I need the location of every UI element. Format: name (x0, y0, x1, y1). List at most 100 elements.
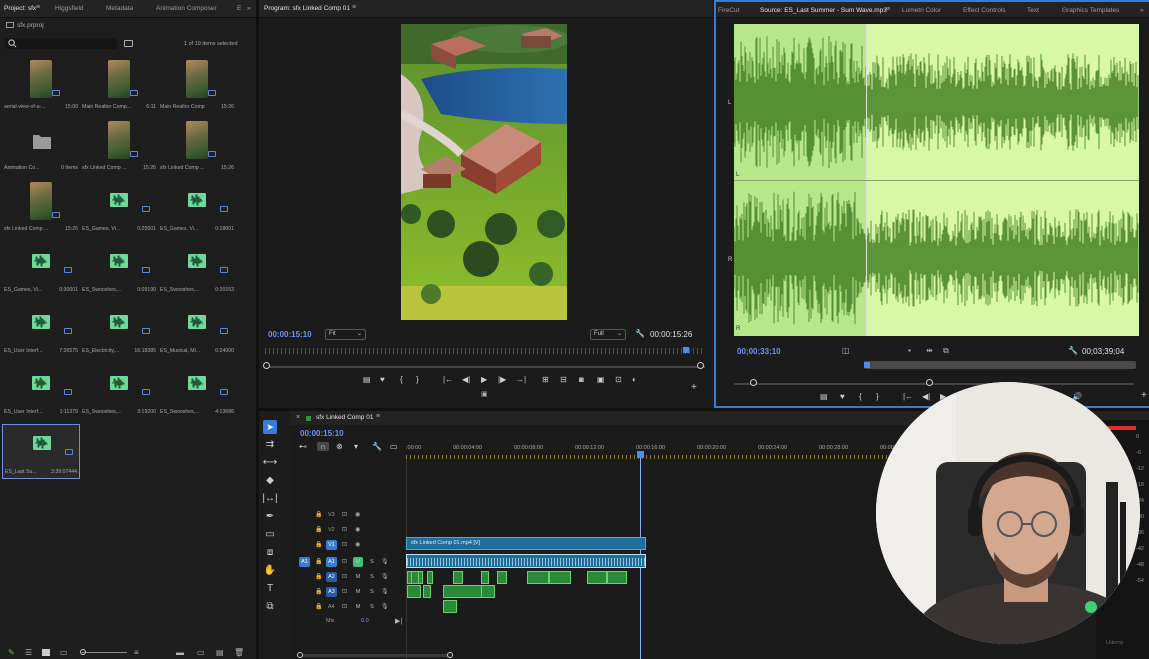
track-label-a4[interactable]: A4 (328, 604, 335, 610)
mute-button[interactable]: M (353, 587, 363, 597)
lift-clip-icon[interactable]: ⊞ (542, 375, 549, 384)
audio-clip[interactable] (497, 571, 507, 584)
snap-icon[interactable]: ∩ (317, 442, 329, 451)
list-view-icon[interactable]: ☰ (25, 648, 32, 657)
bin-item[interactable]: sfx Linked Comp ... 15:26 (158, 121, 236, 179)
trash-icon[interactable]: 🗑 (234, 648, 244, 657)
sequence-name[interactable]: sfx Linked Comp 01 (316, 414, 373, 421)
go-to-in-icon[interactable]: |← (443, 375, 453, 384)
lock-icon[interactable]: 🔒 (315, 558, 322, 565)
bin-item[interactable]: ES_Swooshes,... 0:09190 (80, 243, 158, 301)
new-bin-bottom-icon[interactable]: ▭ (197, 648, 205, 657)
bin-item[interactable]: ES_Games, Vi... 0:18001 (158, 182, 236, 240)
solo-button[interactable]: S (367, 572, 377, 582)
eye-icon[interactable]: ◉ (355, 526, 360, 533)
tool-rectangle[interactable]: ▭ (262, 528, 278, 542)
audio-clip[interactable] (443, 600, 457, 613)
sync-lock-icon[interactable]: ⊡ (342, 511, 347, 518)
sync-lock-icon[interactable]: ⊡ (342, 526, 347, 533)
timeline-h-scrollbar[interactable] (299, 654, 449, 657)
audio-clip-a1[interactable] (406, 554, 646, 568)
tab-higgsfield[interactable]: Higgsfield (55, 5, 84, 12)
lock-icon[interactable]: 🔒 (315, 541, 322, 548)
trim-icon[interactable]: ⊡ (615, 375, 622, 384)
microphone-icon[interactable]: 🎙 (381, 573, 389, 580)
bin-item[interactable]: ES_Swooshes,... 4:13686 (158, 365, 236, 423)
mute-button[interactable]: M (353, 557, 363, 567)
tab-firecut[interactable]: FireCut (718, 7, 739, 14)
sync-lock-icon[interactable]: ⊡ (342, 603, 347, 610)
mark-in-icon[interactable]: { (859, 392, 862, 401)
lock-icon[interactable]: 🔒 (315, 526, 322, 533)
track-label-a3[interactable]: A3 (326, 587, 337, 597)
source-zoom-bar[interactable] (734, 383, 1134, 385)
track-label-a2[interactable]: A2 (326, 572, 337, 582)
source-timecode[interactable]: 00;00;33;10 (737, 347, 781, 356)
zoom-handle-left[interactable] (263, 362, 270, 369)
scrollbar-handle-right[interactable] (447, 652, 453, 658)
zoom-slider[interactable] (82, 652, 127, 653)
bin-item[interactable]: ES_Swooshes,... 3:19200 (80, 365, 158, 423)
source-playhead[interactable] (864, 362, 870, 368)
drag-video-icon[interactable]: ⧉ (943, 346, 949, 356)
lock-icon[interactable]: 🔒 (315, 588, 322, 595)
bin-item[interactable]: ES_Last Su... 3:39:07444 (2, 424, 80, 479)
tool-razor[interactable]: ◆ (262, 474, 278, 488)
program-mini-ruler[interactable] (265, 348, 705, 354)
tool-transcribe[interactable]: ⧉ (262, 600, 278, 614)
tab-graphics-templates[interactable]: Graphics Templates (1062, 7, 1119, 14)
close-icon[interactable]: × (296, 414, 300, 421)
wrench-icon[interactable]: 🔧 (635, 329, 645, 338)
automate-icon[interactable]: ▬ (176, 648, 184, 657)
step-back-icon[interactable]: ◀| (462, 375, 470, 384)
captions-icon[interactable]: ▭ (390, 442, 398, 451)
pencil-icon[interactable]: ✎ (8, 648, 15, 657)
audio-clip[interactable] (443, 585, 483, 598)
sync-lock-icon[interactable]: ⊡ (342, 541, 347, 548)
solo-button[interactable]: S (367, 557, 377, 567)
more-tabs-icon[interactable]: » (247, 5, 251, 12)
bin-item[interactable]: Animation Co... 0 Items (2, 121, 80, 179)
audio-only-icon[interactable]: ▪ (908, 346, 911, 355)
compare-icon[interactable]: ▣ (597, 375, 605, 384)
video-clip-v1[interactable]: sfx Linked Comp 01.mp4 [V] (406, 537, 646, 550)
extract-icon[interactable]: ⊟ (560, 375, 567, 384)
tool-pen[interactable]: ✒ (262, 510, 278, 524)
eye-icon[interactable]: ◉ (355, 541, 360, 548)
step-forward-icon[interactable]: |▶ (498, 375, 506, 384)
track-label-v3[interactable]: V3 (328, 512, 335, 518)
tab-metadata[interactable]: Metadata (106, 5, 133, 12)
timeline-settings-icon[interactable]: 🔧 (372, 442, 382, 451)
bin-item[interactable]: sfx Linked Comp ... 15:26 (80, 121, 158, 179)
program-playhead[interactable] (683, 347, 689, 353)
track-target-a1[interactable]: A1 (326, 557, 337, 567)
bin-item[interactable]: Main Realtor Comp 15:26 (158, 60, 236, 118)
sync-lock-icon[interactable]: ⊡ (342, 558, 347, 565)
program-settings-icon[interactable]: ▣ (481, 390, 488, 398)
go-to-out-icon[interactable]: →| (516, 375, 526, 384)
menu-icon[interactable]: ≡ (36, 4, 40, 11)
audio-clip[interactable] (607, 571, 627, 584)
tool-crop[interactable]: ⧈ (262, 546, 278, 560)
more-tabs-icon[interactable]: » (1140, 7, 1144, 14)
bin-item[interactable]: ES_Games, Vi... 0:25501 (80, 182, 158, 240)
new-item-icon[interactable]: ▤ (216, 648, 224, 657)
new-bin-icon[interactable] (124, 40, 133, 47)
quality-select[interactable]: Full ⌄ (590, 329, 626, 340)
mark-out-icon[interactable]: } (416, 375, 419, 384)
microphone-icon[interactable]: 🎙 (381, 603, 389, 610)
marker-icon[interactable]: ♥ (840, 392, 845, 401)
freeform-view-icon[interactable]: ▭ (60, 648, 68, 657)
timeline-timecode[interactable]: 00:00:15:10 (300, 429, 344, 438)
zoom-handle[interactable] (80, 649, 86, 655)
add-marker-icon[interactable]: ▾ (354, 442, 358, 451)
mix-go-to-end-icon[interactable]: ▶| (395, 617, 402, 625)
tool-selection[interactable]: ➤ (263, 420, 277, 434)
program-add-button-icon[interactable]: + (691, 382, 697, 393)
zoom-handle-left[interactable] (750, 379, 757, 386)
drop-frame-icon[interactable]: ◫ (842, 346, 850, 355)
marker-icon[interactable]: ♥ (380, 375, 385, 384)
program-zoom-bar[interactable] (265, 366, 705, 368)
sync-lock-icon[interactable]: ⊡ (342, 573, 347, 580)
solo-button[interactable]: S (367, 587, 377, 597)
